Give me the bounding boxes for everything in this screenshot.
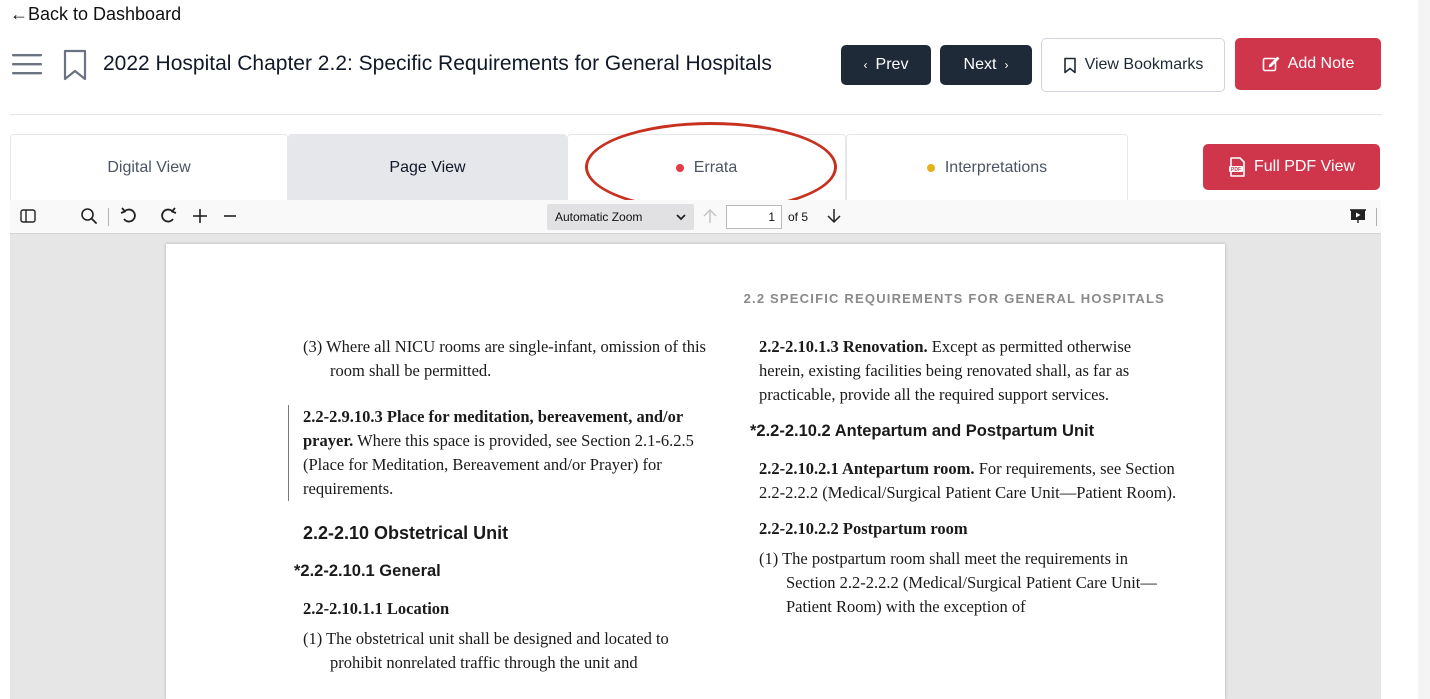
page-number-input[interactable]: [726, 205, 782, 229]
running-head: 2.2 SPECIFIC REQUIREMENTS FOR GENERAL HO…: [743, 291, 1165, 306]
tab-label: Page View: [389, 158, 466, 176]
paragraph: 2.2-2.10.2.1 Antepartum room. For requir…: [759, 457, 1179, 505]
paragraph: 2.2-2.10.1.3 Renovation. Except as permi…: [759, 335, 1179, 407]
zoom-in-icon[interactable]: [190, 206, 210, 226]
arrow-down-icon[interactable]: [824, 206, 844, 226]
subsection-heading: 2.2-2.10.2.2 Postpartum room: [759, 519, 968, 538]
sidebar-toggle-icon[interactable]: [18, 206, 38, 226]
app-page: ←Back to Dashboard 2022 Hospital Chapter…: [0, 0, 1430, 699]
section-heading: 2.2-2.10.2.1 Antepartum room.: [759, 459, 975, 478]
prev-button[interactable]: ‹ Prev: [841, 45, 931, 85]
zoom-value: Automatic Zoom: [555, 210, 643, 224]
svg-text:PDF: PDF: [1231, 167, 1241, 173]
tab-interpretations[interactable]: Interpretations: [846, 134, 1128, 200]
toolbar-separator: [108, 208, 109, 226]
edit-note-icon: [1262, 56, 1279, 72]
paragraph: (1) The postpartum room shall meet the r…: [759, 549, 1157, 616]
back-to-dashboard-link[interactable]: ←Back to Dashboard: [10, 4, 181, 25]
pdf-page: 2.2 SPECIFIC REQUIREMENTS FOR GENERAL HO…: [166, 244, 1225, 699]
tab-label: Interpretations: [944, 158, 1048, 176]
add-note-label: Add Note: [1287, 55, 1355, 72]
tab-page-view[interactable]: Page View: [288, 134, 567, 200]
subsection-heading: 2.2-2.10.1.1 Location: [303, 599, 450, 618]
full-pdf-view-label: Full PDF View: [1253, 158, 1356, 175]
paragraph-revised: 2.2-2.9.10.3 Place for meditation, berea…: [288, 405, 723, 501]
status-dot-icon: [675, 163, 684, 172]
subsection-heading: *2.2-2.10.2 Antepartum and Postpartum Un…: [750, 422, 1095, 440]
rotate-clockwise-icon[interactable]: [158, 206, 178, 226]
add-note-button[interactable]: Add Note: [1235, 38, 1381, 90]
search-icon[interactable]: [79, 206, 99, 226]
page-scrollbar[interactable]: [1418, 0, 1430, 699]
rotate-counterclockwise-icon[interactable]: [119, 206, 139, 226]
bookmark-icon[interactable]: [62, 49, 88, 81]
paragraph: (1) The obstetrical unit shall be design…: [303, 629, 669, 672]
header: 2022 Hospital Chapter 2.2: Specific Requ…: [10, 38, 1382, 92]
paragraph-text: Where this space is provided, see Sectio…: [303, 431, 694, 498]
arrow-up-icon[interactable]: [700, 206, 720, 226]
pdf-file-icon: PDF: [1228, 157, 1245, 177]
chevron-right-icon: ›: [1004, 58, 1009, 72]
chevron-left-icon: ‹: [863, 58, 868, 72]
tab-errata[interactable]: Errata: [567, 134, 846, 200]
chevron-down-icon: [676, 214, 686, 221]
zoom-select[interactable]: Automatic Zoom: [547, 204, 694, 230]
next-label: Next: [963, 56, 997, 73]
view-bookmarks-button[interactable]: View Bookmarks: [1041, 38, 1225, 92]
tab-digital-view[interactable]: Digital View: [10, 134, 288, 200]
status-dot-icon: [926, 163, 935, 172]
full-pdf-view-button[interactable]: PDF Full PDF View: [1203, 144, 1380, 190]
pdf-toolbar: Automatic Zoom of 5: [10, 200, 1381, 234]
page-total: of 5: [788, 210, 809, 224]
left-column: (3) Where all NICU rooms are single-infa…: [288, 335, 723, 675]
presentation-mode-icon[interactable]: [1348, 206, 1368, 226]
prev-label: Prev: [875, 56, 909, 73]
bookmark-outline-icon: [1063, 57, 1076, 73]
zoom-out-icon[interactable]: [220, 206, 240, 226]
tab-label: Errata: [693, 158, 738, 176]
next-button[interactable]: Next ›: [940, 45, 1032, 85]
tab-label: Digital View: [107, 158, 191, 176]
view-bookmarks-label: View Bookmarks: [1084, 56, 1204, 73]
hamburger-menu-icon[interactable]: [12, 52, 42, 76]
toolbar-separator: [1376, 208, 1377, 226]
right-column: 2.2-2.10.1.3 Renovation. Except as permi…: [750, 335, 1179, 619]
pdf-viewer: Automatic Zoom of 5: [10, 200, 1381, 699]
section-heading: 2.2-2.10 Obstetrical Unit: [303, 523, 509, 543]
subsection-heading: *2.2-2.10.1 General: [294, 562, 441, 580]
document-title: 2022 Hospital Chapter 2.2: Specific Requ…: [103, 52, 772, 75]
paragraph: (3) Where all NICU rooms are single-infa…: [303, 337, 706, 380]
header-divider: [10, 114, 1382, 115]
section-heading: 2.2-2.10.1.3 Renovation.: [759, 337, 928, 356]
